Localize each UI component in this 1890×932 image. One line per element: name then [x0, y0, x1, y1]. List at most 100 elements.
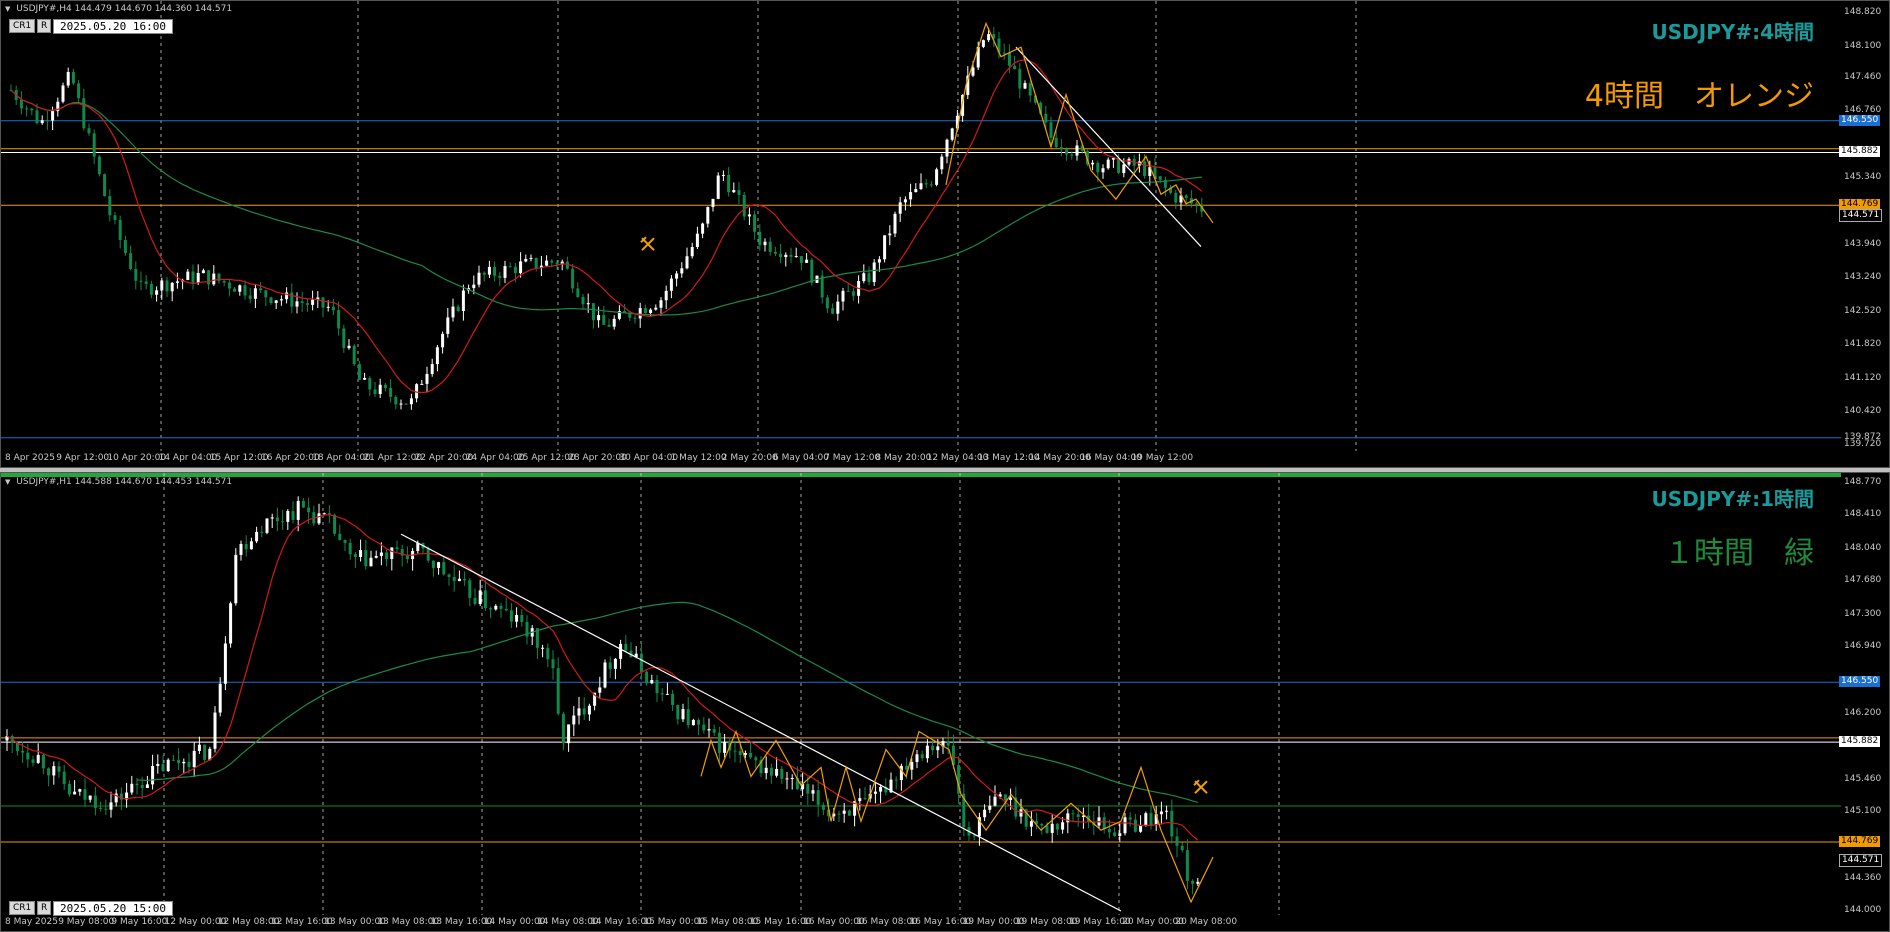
candle-body [806, 784, 810, 794]
h1-chart-pane[interactable]: ▼ USDJPY#,H1 144.588 144.670 144.453 144… [0, 472, 1890, 932]
h1-price-scale[interactable]: 148.770 148.410 148.040 147.680 147.300 146.9… [1839, 473, 1889, 931]
h4-ohlc-text: USDJPY#,H4 144.479 144.670 144.360 144.5… [16, 4, 233, 14]
h4-price-scale[interactable]: 148.820 148.100 147.460 146.760 146.550 145.8… [1839, 1, 1889, 467]
h4-chart-pane[interactable]: ▼ USDJPY#,H4 144.479 144.670 144.360 144… [0, 0, 1890, 468]
candle-body [695, 233, 699, 248]
candle-body [493, 266, 497, 276]
candle-body [186, 271, 190, 280]
h1-r-tag[interactable]: R [37, 901, 52, 915]
candle-body [103, 174, 107, 197]
collapse-triangle-icon[interactable]: ▼ [5, 5, 10, 13]
price-label: 142.520 [1844, 306, 1882, 317]
h4-r-tag[interactable]: R [37, 19, 52, 33]
candle-body [790, 778, 794, 780]
candle-body [981, 40, 985, 47]
candle-body [638, 308, 642, 319]
candle-body [717, 732, 721, 753]
candle-body [1029, 821, 1033, 827]
zigzag-line [700, 729, 1214, 904]
candle-body [255, 531, 259, 542]
candle-body [379, 552, 383, 556]
price-label: 147.300 [1844, 608, 1882, 619]
candle-body [45, 120, 49, 122]
h1-cr1-tag[interactable]: CR1 [9, 901, 36, 915]
candle-body [873, 791, 877, 794]
candle-body [680, 268, 684, 274]
candle-body [633, 317, 637, 319]
price-label: 145.882 [1839, 146, 1881, 158]
price-label: 146.760 [1844, 104, 1882, 115]
candle-body [805, 259, 809, 263]
h4-time-scale[interactable]: 8 Apr 2025 9 Apr 12:00 10 Apr 20:00 14 Apr … [1, 451, 1841, 467]
h4-cr1-tag[interactable]: CR1 [9, 19, 36, 33]
candle-body [52, 766, 56, 776]
candle-body [441, 333, 445, 348]
candle-body [1133, 819, 1137, 832]
candle-body [130, 783, 134, 793]
candle-body [587, 705, 591, 715]
candle-body [93, 795, 97, 808]
candle-body [1149, 813, 1153, 826]
candle-body [903, 199, 907, 203]
candle-body [508, 266, 512, 268]
h1-plot-area[interactable] [1, 473, 1841, 931]
candle-body [425, 373, 429, 384]
candle-body [936, 746, 940, 751]
candle-body [877, 259, 881, 263]
candle-body [775, 768, 779, 776]
candle-body [498, 275, 502, 278]
candle-body [1019, 809, 1023, 817]
candle-body [1153, 167, 1157, 177]
price-label: 140.420 [1844, 405, 1882, 416]
candle-body [279, 299, 283, 301]
candle-body [685, 256, 689, 269]
candle-body [576, 288, 580, 297]
candle-body [945, 139, 949, 157]
candle-body [785, 778, 789, 780]
time-label: 2 May 20:00 [721, 453, 778, 463]
candle-body [326, 306, 330, 308]
candle-body [300, 301, 304, 304]
candle-body [702, 724, 706, 731]
price-label: 141.120 [1844, 372, 1882, 383]
h4-plot-area[interactable] [1, 1, 1841, 467]
collapse-triangle-icon[interactable]: ▼ [5, 478, 10, 486]
candle-body [768, 241, 772, 252]
candle-body [270, 517, 274, 519]
candle-body [78, 789, 82, 792]
candle-body [385, 552, 389, 559]
candle-body [373, 389, 377, 394]
candle-body [201, 270, 205, 274]
candle-body [134, 268, 138, 281]
candle-body [322, 513, 326, 515]
candle-body [88, 795, 92, 800]
candle-body [1040, 823, 1044, 826]
candle-body [582, 708, 586, 715]
candle-body [301, 500, 305, 508]
candle-body [140, 785, 144, 788]
candle-body [227, 282, 231, 289]
candle-body [1050, 823, 1054, 833]
candle-body [1101, 168, 1105, 173]
candle-body [307, 507, 311, 513]
candle-body [586, 303, 590, 305]
candle-body [893, 213, 897, 234]
candle-body [99, 807, 103, 809]
candle-body [378, 384, 382, 394]
candle-body [950, 128, 954, 140]
candle-body [749, 753, 753, 758]
candle-body [472, 284, 476, 289]
h1-symbol-header: ▼ USDJPY#,H1 144.588 144.670 144.453 144… [5, 477, 232, 487]
candle-body [478, 590, 482, 605]
candle-body [197, 744, 201, 751]
candle-body [296, 500, 300, 520]
price-label: 143.940 [1844, 238, 1882, 249]
candle-body [669, 278, 673, 291]
candle-body [909, 192, 913, 200]
candle-body [712, 729, 716, 733]
price-label: 148.770 [1844, 477, 1882, 487]
h4-symbol-header: ▼ USDJPY#,H4 144.479 144.670 144.360 144… [5, 4, 232, 14]
price-label: 145.100 [1844, 806, 1882, 817]
candle-body [681, 709, 685, 720]
h1-time-scale[interactable]: 8 May 2025 9 May 08:00 9 May 16:00 12 May 0… [1, 915, 1841, 931]
